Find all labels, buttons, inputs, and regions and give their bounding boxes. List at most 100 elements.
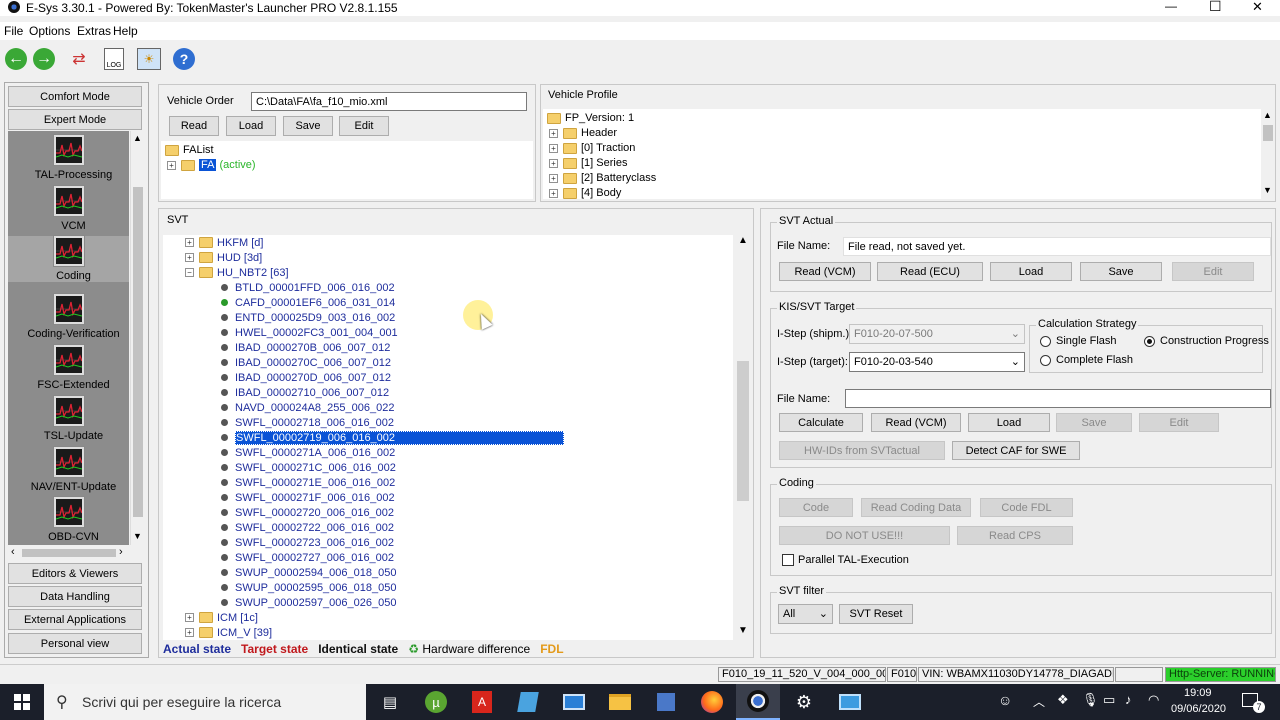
notepad-icon[interactable]: [506, 684, 550, 720]
single-flash-radio[interactable]: Single Flash: [1040, 335, 1117, 347]
expand-icon[interactable]: +: [549, 128, 558, 138]
svt-item[interactable]: SWFL_00002720_006_016_002: [221, 505, 394, 520]
file-explorer-icon[interactable]: [598, 684, 642, 720]
expand-icon[interactable]: +: [167, 160, 176, 170]
maximize-button[interactable]: ☐: [1209, 0, 1222, 15]
sidebar-tool-obd-cvn[interactable]: OBD-CVN: [8, 496, 129, 543]
close-button[interactable]: ✕: [1252, 0, 1263, 15]
read-coding-data-button[interactable]: Read Coding Data: [861, 498, 971, 517]
profile-scrollbar[interactable]: ▲ ▼: [1261, 109, 1275, 199]
expand-icon[interactable]: +: [549, 188, 558, 198]
fa-load-button[interactable]: Load: [226, 116, 276, 136]
svt-item[interactable]: SWUP_00002595_006_018_050: [221, 580, 396, 595]
svt-filter-select[interactable]: All ⌄: [778, 604, 833, 624]
esys-taskbar-icon[interactable]: [736, 684, 780, 720]
windows-start-icon[interactable]: [0, 684, 44, 720]
sidebar-tool-coding-verification[interactable]: Coding-Verification: [8, 293, 129, 340]
fa-save-button[interactable]: Save: [283, 116, 333, 136]
sidebar-tool-coding[interactable]: Coding: [8, 235, 129, 282]
svt-item[interactable]: SWFL_0000271F_006_016_002: [221, 490, 395, 505]
people-icon[interactable]: ☺: [998, 692, 1012, 708]
svt-ecu-folder[interactable]: + HKFM [d]: [185, 235, 263, 250]
svt-ecu-folder[interactable]: + ICM_V [39]: [185, 625, 272, 640]
settings-gear-icon[interactable]: ⚙: [782, 684, 826, 720]
svt-item[interactable]: CAFD_00001EF6_006_031_014: [221, 295, 395, 310]
data-handling-button[interactable]: Data Handling: [8, 586, 142, 607]
forward-icon[interactable]: →: [33, 48, 55, 70]
fa-tree-root[interactable]: FAList: [165, 144, 214, 156]
svt-item[interactable]: SWFL_00002722_006_016_002: [221, 520, 394, 535]
svt-read-vcm-button[interactable]: Read (VCM): [779, 262, 871, 281]
sidebar-tool-tsl-update[interactable]: TSL-Update: [8, 395, 129, 442]
sidebar-tool-fsc-extended[interactable]: FSC-Extended: [8, 344, 129, 391]
volume-icon[interactable]: ♪: [1125, 692, 1132, 707]
collapse-icon[interactable]: −: [185, 268, 194, 277]
svt-ecu-folder[interactable]: + HUD [3d]: [185, 250, 262, 265]
expand-icon[interactable]: +: [549, 158, 558, 168]
istep-shipm-select[interactable]: F010-20-07-500 ⌄: [849, 324, 1025, 344]
microphone-icon[interactable]: 🎙: [1082, 692, 1099, 708]
expand-icon[interactable]: +: [549, 143, 558, 153]
svt-item[interactable]: BTLD_00001FFD_006_016_002: [221, 280, 395, 295]
svt-item[interactable]: SWFL_0000271E_006_016_002: [221, 475, 395, 490]
app-window-icon[interactable]: [828, 684, 872, 720]
svt-ecu-folder[interactable]: + ICM [1c]: [185, 610, 258, 625]
svt-item[interactable]: SWFL_00002719_006_016_002: [221, 430, 565, 445]
menu-help[interactable]: Help: [113, 24, 138, 38]
taskbar-time[interactable]: 19:09: [1184, 687, 1212, 699]
svt-actual-file-field[interactable]: File read, not saved yet.: [843, 237, 1271, 256]
editors-viewers-button[interactable]: Editors & Viewers: [8, 563, 142, 584]
firefox-icon[interactable]: [690, 684, 734, 720]
svt-item[interactable]: SWUP_00002594_006_018_050: [221, 565, 396, 580]
help-icon[interactable]: ?: [173, 48, 195, 70]
show-hidden-icons[interactable]: ︿: [1033, 693, 1045, 710]
log-icon[interactable]: LOG: [104, 48, 124, 70]
sidebar-tool-vcm[interactable]: VCM: [8, 185, 129, 232]
svt-item[interactable]: SWUP_00002597_006_026_050: [221, 595, 396, 610]
kis-save-button[interactable]: Save: [1056, 413, 1132, 432]
minimize-button[interactable]: —: [1165, 0, 1177, 13]
expand-icon[interactable]: +: [185, 628, 194, 637]
construction-progress-radio[interactable]: Construction Progress: [1144, 335, 1269, 347]
parallel-tal-checkbox[interactable]: Parallel TAL-Execution: [782, 554, 909, 567]
expand-icon[interactable]: +: [185, 253, 194, 262]
svt-item[interactable]: HWEL_00002FC3_001_004_001: [221, 325, 398, 340]
code-button[interactable]: Code: [779, 498, 853, 517]
kis-edit-button[interactable]: Edit: [1139, 413, 1219, 432]
fa-edit-button[interactable]: Edit: [339, 116, 389, 136]
sidebar-tool-tal-processing[interactable]: TAL-Processing: [8, 134, 129, 181]
svt-item[interactable]: IBAD_0000270D_006_007_012: [221, 370, 391, 385]
svt-edit-button[interactable]: Edit: [1172, 262, 1254, 281]
svt-item[interactable]: SWFL_00002718_006_016_002: [221, 415, 394, 430]
svt-item[interactable]: IBAD_0000270B_006_007_012: [221, 340, 390, 355]
comfort-mode-button[interactable]: Comfort Mode: [8, 86, 142, 107]
svt-item[interactable]: IBAD_0000270C_006_007_012: [221, 355, 391, 370]
fp-tree-item[interactable]: + [1] Series: [549, 157, 627, 169]
remote-desktop-icon[interactable]: [552, 684, 596, 720]
svt-scrollbar[interactable]: ▲ ▼: [735, 235, 751, 640]
dropbox-icon[interactable]: ❖: [1057, 692, 1069, 708]
expand-icon[interactable]: +: [185, 238, 194, 247]
fp-tree-item[interactable]: + [0] Traction: [549, 142, 635, 154]
svt-reset-button[interactable]: SVT Reset: [839, 604, 913, 624]
code-fdl-button[interactable]: Code FDL: [980, 498, 1073, 517]
svt-ecu-folder[interactable]: − HU_NBT2 [63]: [185, 265, 289, 280]
back-icon[interactable]: ←: [5, 48, 27, 70]
istep-target-select[interactable]: F010-20-03-540 ⌄: [849, 352, 1025, 372]
menu-options[interactable]: Options: [29, 24, 70, 38]
fp-tree-item[interactable]: + Header: [549, 127, 617, 139]
external-applications-button[interactable]: External Applications: [8, 609, 142, 630]
sidebar-hscroll[interactable]: ‹ ›: [8, 546, 129, 560]
svt-save-button[interactable]: Save: [1080, 262, 1162, 281]
expand-icon[interactable]: +: [185, 613, 194, 622]
hw-ids-button[interactable]: HW-IDs from SVTactual: [779, 441, 945, 460]
menu-file[interactable]: File: [4, 24, 23, 38]
kis-file-field[interactable]: [845, 389, 1271, 408]
image-icon[interactable]: ☀: [137, 48, 161, 70]
taskbar-search[interactable]: ⚲ Scrivi qui per eseguire la ricerca: [44, 684, 366, 720]
network-icon[interactable]: ▭: [1103, 692, 1115, 708]
generic-app-icon[interactable]: [644, 684, 688, 720]
svt-load-button[interactable]: Load: [990, 262, 1072, 281]
svt-item[interactable]: SWFL_00002723_006_016_002: [221, 535, 394, 550]
svt-item[interactable]: ENTD_000025D9_003_016_002: [221, 310, 395, 325]
